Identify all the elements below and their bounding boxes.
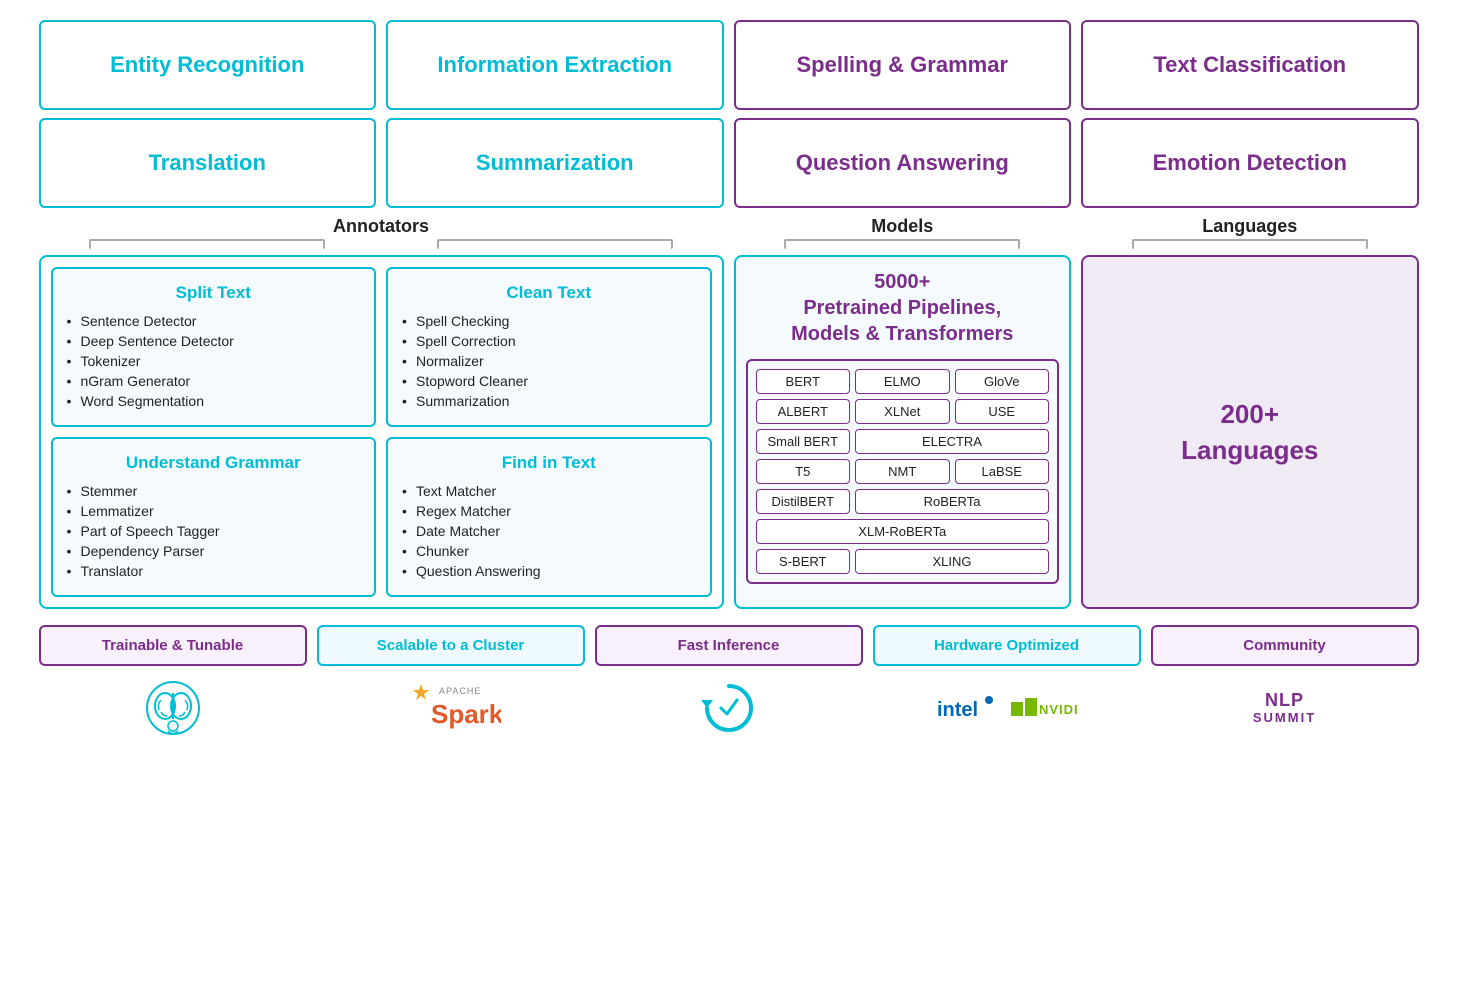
split-text-box: Split Text Sentence Detector Deep Senten… xyxy=(51,267,377,427)
list-item: nGram Generator xyxy=(67,371,361,391)
models-grid-outer: BERT ELMO GloVe ALBERT XLNet USE Small B… xyxy=(746,359,1060,584)
model-tag-use: USE xyxy=(955,399,1050,424)
model-tag-xlnet: XLNet xyxy=(855,399,950,424)
intel-nvidia-logo-cell: intel NVIDIA xyxy=(873,678,1141,738)
model-tag-smallbert: Small BERT xyxy=(756,429,851,454)
spark-logo-cell: APACHE Spark xyxy=(317,678,585,738)
fast-inference-label: Fast Inference xyxy=(595,625,863,666)
languages-section: 200+Languages xyxy=(1081,255,1419,609)
models-grid: BERT ELMO GloVe ALBERT XLNet USE Small B… xyxy=(756,369,1050,574)
model-tag-labse: LaBSE xyxy=(955,459,1050,484)
summarization-box[interactable]: Summarization xyxy=(386,118,724,208)
svg-text:NVIDIA: NVIDIA xyxy=(1039,702,1079,717)
list-item: Question Answering xyxy=(402,561,696,581)
clean-text-box: Clean Text Spell Checking Spell Correcti… xyxy=(386,267,712,427)
entity-recognition-box[interactable]: Entity Recognition xyxy=(39,20,377,110)
nlpsummit-logo-cell: NLP SUMMIT xyxy=(1151,678,1419,738)
list-item: Deep Sentence Detector xyxy=(67,331,361,351)
text-classification-box[interactable]: Text Classification xyxy=(1081,20,1419,110)
annotators-header: Annotators xyxy=(39,216,724,237)
model-tag-albert: ALBERT xyxy=(756,399,851,424)
nvidia-logo: NVIDIA xyxy=(1009,694,1079,722)
model-tag-distilbert: DistilBERT xyxy=(756,489,851,514)
list-item: Sentence Detector xyxy=(67,311,361,331)
clean-text-title: Clean Text xyxy=(402,283,696,303)
hardware-optimized-label: Hardware Optimized xyxy=(873,625,1141,666)
models-title: 5000+Pretrained Pipelines,Models & Trans… xyxy=(791,269,1013,347)
find-in-text-title: Find in Text xyxy=(402,453,696,473)
find-in-text-list: Text Matcher Regex Matcher Date Matcher … xyxy=(402,481,696,581)
annotators-section: Split Text Sentence Detector Deep Senten… xyxy=(39,255,724,609)
list-item: Spell Checking xyxy=(402,311,696,331)
model-tag-electra: ELECTRA xyxy=(855,429,1049,454)
find-in-text-box: Find in Text Text Matcher Regex Matcher … xyxy=(386,437,712,597)
top-row-1: Entity Recognition Information Extractio… xyxy=(39,20,1419,110)
list-item: Stemmer xyxy=(67,481,361,501)
main-container: Entity Recognition Information Extractio… xyxy=(39,20,1419,738)
spelling-grammar-box[interactable]: Spelling & Grammar xyxy=(734,20,1072,110)
model-tag-glove: GloVe xyxy=(955,369,1050,394)
split-text-title: Split Text xyxy=(67,283,361,303)
model-tag-sbert: S-BERT xyxy=(756,549,851,574)
model-tag-xling: XLING xyxy=(855,549,1049,574)
clean-text-list: Spell Checking Spell Correction Normaliz… xyxy=(402,311,696,411)
brain-icon xyxy=(143,678,203,738)
list-item: Stopword Cleaner xyxy=(402,371,696,391)
list-item: Regex Matcher xyxy=(402,501,696,521)
community-label: Community xyxy=(1151,625,1419,666)
list-item: Spell Correction xyxy=(402,331,696,351)
spark-icon: APACHE Spark xyxy=(401,678,501,738)
cycle-logo-cell xyxy=(595,678,863,738)
brain-logo-cell xyxy=(39,678,307,738)
top-row-2: Translation Summarization Question Answe… xyxy=(39,118,1419,208)
question-answering-box[interactable]: Question Answering xyxy=(734,118,1072,208)
cycle-icon xyxy=(699,678,759,738)
understand-grammar-list: Stemmer Lemmatizer Part of Speech Tagger… xyxy=(67,481,361,581)
svg-text:intel: intel xyxy=(937,699,978,721)
nlpsummit-logo: NLP SUMMIT xyxy=(1253,691,1316,726)
list-item: Part of Speech Tagger xyxy=(67,521,361,541)
list-item: Summarization xyxy=(402,391,696,411)
translation-box[interactable]: Translation xyxy=(39,118,377,208)
model-tag-nmt: NMT xyxy=(855,459,950,484)
emotion-detection-box[interactable]: Emotion Detection xyxy=(1081,118,1419,208)
bottom-bar: Trainable & Tunable Scalable to a Cluste… xyxy=(39,625,1419,666)
list-item: Date Matcher xyxy=(402,521,696,541)
trainable-label: Trainable & Tunable xyxy=(39,625,307,666)
model-tag-roberta: RoBERTa xyxy=(855,489,1049,514)
list-item: Normalizer xyxy=(402,351,696,371)
svg-text:APACHE: APACHE xyxy=(439,686,481,696)
list-item: Tokenizer xyxy=(67,351,361,371)
languages-text: 200+Languages xyxy=(1181,396,1318,469)
model-tag-bert: BERT xyxy=(756,369,851,394)
list-item: Text Matcher xyxy=(402,481,696,501)
model-tag-xlmroberta: XLM-RoBERTa xyxy=(756,519,1050,544)
svg-text:Spark: Spark xyxy=(431,699,501,729)
list-item: Translator xyxy=(67,561,361,581)
list-item: Chunker xyxy=(402,541,696,561)
models-section: 5000+Pretrained Pipelines,Models & Trans… xyxy=(734,255,1072,609)
list-item: Word Segmentation xyxy=(67,391,361,411)
information-extraction-box[interactable]: Information Extraction xyxy=(386,20,724,110)
model-tag-elmo: ELMO xyxy=(855,369,950,394)
list-item: Dependency Parser xyxy=(67,541,361,561)
understand-grammar-title: Understand Grammar xyxy=(67,453,361,473)
intel-logo: intel xyxy=(935,694,995,722)
scalable-label: Scalable to a Cluster xyxy=(317,625,585,666)
languages-header: Languages xyxy=(1081,216,1419,237)
model-tag-t5: T5 xyxy=(756,459,851,484)
models-header: Models xyxy=(734,216,1072,237)
list-item: Lemmatizer xyxy=(67,501,361,521)
understand-grammar-box: Understand Grammar Stemmer Lemmatizer Pa… xyxy=(51,437,377,597)
logos-row: APACHE Spark intel xyxy=(39,678,1419,738)
split-text-list: Sentence Detector Deep Sentence Detector… xyxy=(67,311,361,411)
